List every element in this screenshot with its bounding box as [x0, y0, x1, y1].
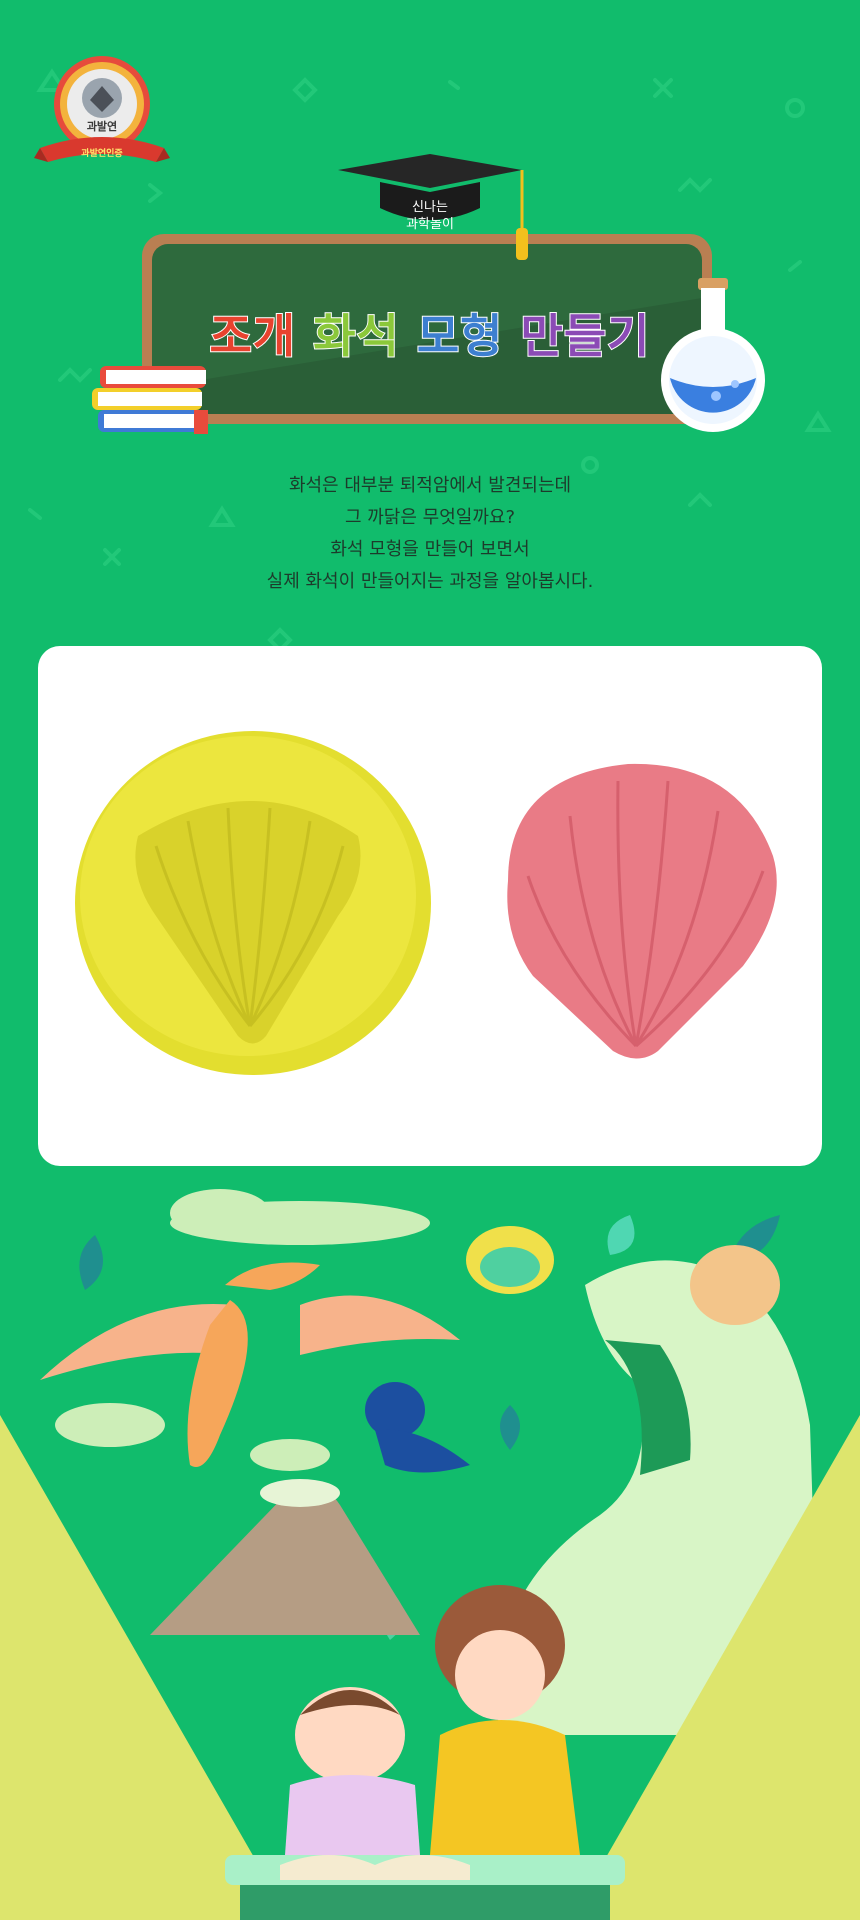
chalkboard-header — [92, 154, 765, 434]
pink-clay-shell — [507, 763, 777, 1059]
title-word-2: 화석 — [312, 308, 400, 364]
cap-label-line-2: 과학놀이 — [406, 217, 454, 232]
title-word-1: 조개 — [209, 308, 297, 364]
intro-line-2: 그 까닭은 무엇일까요? — [344, 507, 516, 528]
title-word-4: 만들기 — [520, 308, 651, 364]
badge-name: 과발연 — [87, 119, 117, 133]
title-word-3: 모형 — [416, 308, 504, 364]
shell-fossil-models-image — [75, 731, 777, 1075]
dinosaur-kids-illustration — [0, 1175, 860, 1920]
paw-print-icon — [466, 1226, 554, 1294]
intro-text: 화석은 대부분 퇴적암에서 발견되는데 그 까닭은 무엇일까요? 화석 모형을 … — [0, 470, 860, 598]
page: 과발연 과발연인증 신나는 과학놀이 조개 화석 모형 만들기 화석은 대부분 … — [0, 0, 860, 1920]
page-title: 조개 화석 모형 만들기 — [0, 300, 860, 366]
intro-line-3: 화석 모형을 만들어 보면서 — [330, 539, 530, 560]
intro-line-1: 화석은 대부분 퇴적암에서 발견되는데 — [288, 475, 572, 496]
cap-label: 신나는 과학놀이 — [388, 199, 472, 233]
books-icon — [92, 366, 208, 434]
product-photo-card — [38, 646, 822, 1166]
cap-label-line-1: 신나는 — [412, 200, 448, 215]
yellow-clay-mold — [75, 731, 431, 1075]
intro-line-4: 실제 화석이 만들어지는 과정을 알아봅시다. — [266, 571, 594, 592]
